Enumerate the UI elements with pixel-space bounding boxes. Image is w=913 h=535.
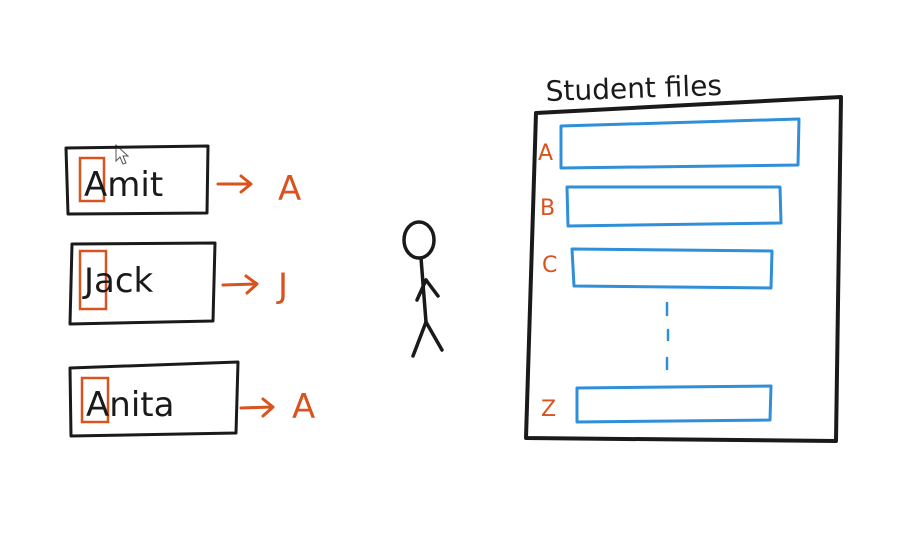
slot-label: B xyxy=(540,196,555,221)
name-first-letter: A xyxy=(84,165,107,205)
arrow-anita xyxy=(239,397,275,418)
cabinet-slot-a: A xyxy=(538,117,801,170)
name-rest: mit xyxy=(107,165,163,205)
diagram-canvas: Amit A Jack J Anita A Student files A B … xyxy=(64,69,843,443)
name-first-letter: J xyxy=(82,261,94,301)
bucket-letter-amit: A xyxy=(278,169,301,209)
bucket-letter-jack: J xyxy=(276,266,288,306)
svg-text:Anita: Anita xyxy=(86,385,174,425)
arrow-jack xyxy=(221,274,259,295)
cabinet-slot-b: B xyxy=(540,185,783,228)
slot-label: Z xyxy=(541,397,556,422)
name-card-anita: Anita xyxy=(68,360,240,438)
name-rest: ack xyxy=(94,261,154,301)
cabinet-slot-z: Z xyxy=(541,384,773,424)
svg-text:Amit: Amit xyxy=(84,165,163,205)
cabinet-title: Student files xyxy=(545,69,722,108)
bucket-letter-anita: A xyxy=(292,387,315,427)
slot-label: A xyxy=(538,141,553,166)
stick-figure-icon xyxy=(402,220,444,358)
name-card-amit: Amit xyxy=(64,144,210,216)
ellipsis-dashes xyxy=(665,301,670,371)
slot-label: C xyxy=(542,253,557,278)
arrow-amit xyxy=(216,174,253,194)
svg-text:Jack: Jack xyxy=(82,261,154,301)
name-rest: nita xyxy=(109,385,174,425)
cabinet-slot-c: C xyxy=(542,247,774,290)
name-first-letter: A xyxy=(86,385,109,425)
name-card-jack: Jack xyxy=(68,241,217,326)
